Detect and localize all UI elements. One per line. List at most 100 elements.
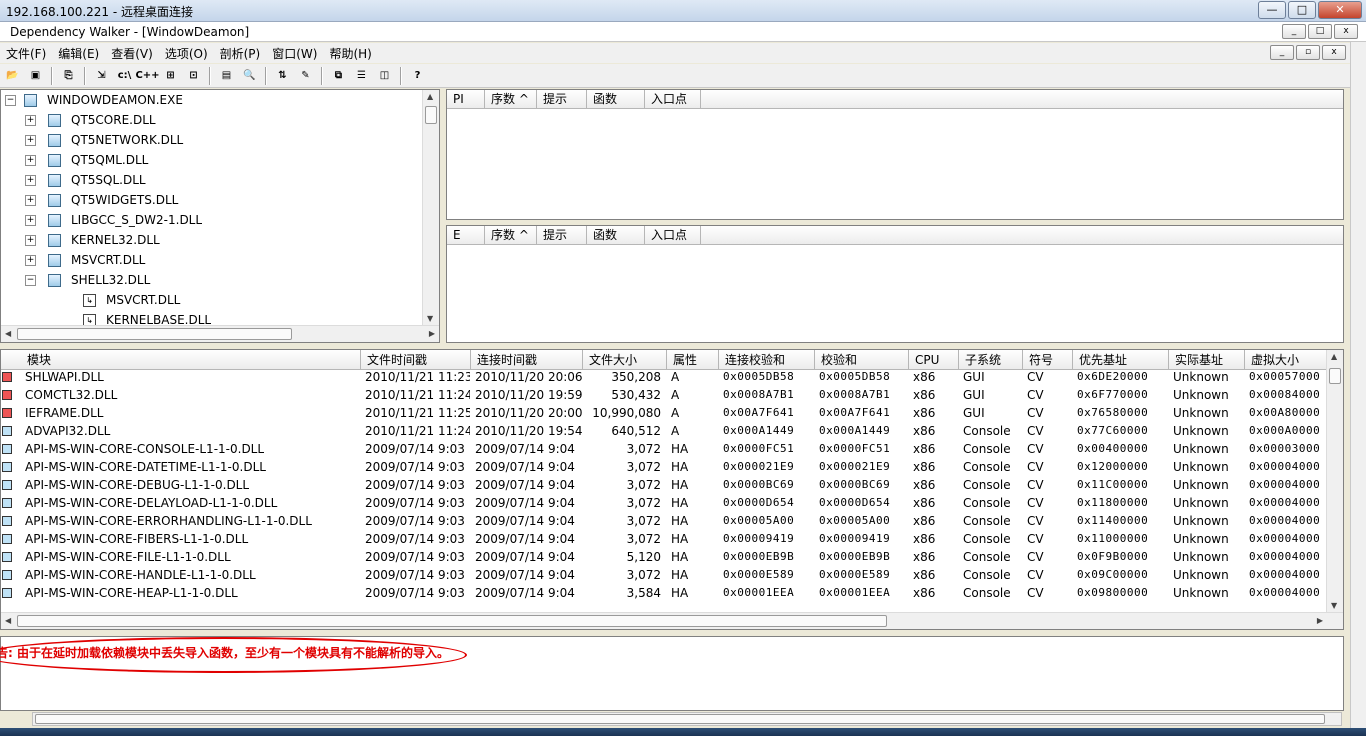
menu-profile[interactable]: 剖析(P) [214, 45, 267, 62]
scroll-thumb[interactable] [35, 714, 1325, 724]
expand-icon[interactable]: + [25, 154, 36, 166]
table-row[interactable]: API-MS-WIN-CORE-HEAP-L1-1-0.DLL 2009/07/1… [1, 584, 1337, 602]
table-row[interactable]: API-MS-WIN-CORE-DELAYLOAD-L1-1-0.DLL 2009… [1, 494, 1337, 512]
column-header-subsystem[interactable]: 子系统 [959, 350, 1023, 370]
tree-item[interactable]: + LIBGCC_S_DW2-1.DLL [25, 210, 202, 230]
column-header-link-checksum[interactable]: 连接校验和 [719, 350, 815, 370]
rdp-minimize-button[interactable]: — [1258, 1, 1286, 19]
column-header-ordinal[interactable]: 序数 ^ [485, 226, 537, 244]
module-dependency-tree[interactable]: − WINDOWDEAMON.EXE + QT5CORE.DLL + QT5NE… [0, 89, 440, 343]
tree-item[interactable]: + QT5QML.DLL [25, 150, 148, 170]
save-icon[interactable]: ▣ [25, 66, 46, 86]
table-row[interactable]: API-MS-WIN-CORE-FIBERS-L1-1-0.DLL 2009/07… [1, 530, 1337, 548]
menu-window[interactable]: 窗口(W) [266, 45, 323, 62]
column-header-e[interactable]: E [447, 226, 485, 244]
column-header-actual-base[interactable]: 实际基址 [1169, 350, 1245, 370]
scroll-thumb[interactable] [17, 328, 292, 340]
rdp-close-button[interactable]: ✕ [1318, 1, 1362, 19]
cascade-icon[interactable]: ⧉ [328, 66, 349, 86]
mdi-close-button[interactable]: x [1322, 45, 1346, 60]
collapse-icon[interactable]: − [25, 274, 36, 286]
full-paths-button[interactable]: c:\ [114, 66, 135, 86]
column-header-attributes[interactable]: 属性 [667, 350, 719, 370]
expand-icon[interactable]: + [25, 234, 36, 246]
column-header-function[interactable]: 函数 [587, 226, 645, 244]
table-row[interactable]: API-MS-WIN-CORE-FILE-L1-1-0.DLL 2009/07/1… [1, 548, 1337, 566]
expand-icon[interactable]: + [25, 194, 36, 206]
column-header-file-timestamp[interactable]: 文件时间戳 [361, 350, 471, 370]
column-header-virtual-size[interactable]: 虚拟大小 [1245, 350, 1337, 370]
tree-item[interactable]: + QT5SQL.DLL [25, 170, 146, 190]
help-button[interactable]: ? [407, 66, 428, 86]
tree-item[interactable]: − SHELL32.DLL [25, 270, 150, 290]
sort-icon[interactable]: ⇅ [272, 66, 293, 86]
tree-item[interactable]: + MSVCRT.DLL [25, 250, 145, 270]
table-row[interactable]: API-MS-WIN-CORE-ERRORHANDLING-L1-1-0.DLL… [1, 512, 1337, 530]
expand-icon[interactable]: + [25, 134, 36, 146]
column-header-preferred-base[interactable]: 优先基址 [1073, 350, 1169, 370]
menu-options[interactable]: 选项(O) [159, 45, 214, 62]
menu-view[interactable]: 查看(V) [105, 45, 159, 62]
tree-vertical-scrollbar[interactable]: ▲ ▼ [422, 90, 439, 325]
app-close-button[interactable]: x [1334, 24, 1358, 39]
tree-item[interactable]: + QT5WIDGETS.DLL [25, 190, 178, 210]
expand-icon[interactable]: + [25, 214, 36, 226]
expand-icon[interactable]: + [25, 174, 36, 186]
external-viewer-icon[interactable]: ✎ [295, 66, 316, 86]
mdi-minimize-button[interactable]: _ [1270, 45, 1294, 60]
column-header-hint[interactable]: 提示 [537, 90, 587, 108]
undecorate-cpp-button[interactable]: C++ [135, 66, 159, 86]
table-row[interactable]: API-MS-WIN-CORE-CONSOLE-L1-1-0.DLL 2009/0… [1, 440, 1337, 458]
collapse-icon[interactable]: − [5, 94, 16, 106]
column-header-checksum[interactable]: 校验和 [815, 350, 909, 370]
column-header-module[interactable]: 模块 [1, 350, 361, 370]
view-module-icon[interactable]: ⊡ [183, 66, 204, 86]
rdp-maximize-button[interactable]: □ [1288, 1, 1316, 19]
app-minimize-button[interactable]: _ [1282, 24, 1306, 39]
scroll-thumb[interactable] [17, 615, 887, 627]
column-header-link-timestamp[interactable]: 连接时间戳 [471, 350, 583, 370]
expand-icon[interactable]: + [25, 254, 36, 266]
expand-all-icon[interactable]: ⇲ [91, 66, 112, 86]
table-row[interactable]: API-MS-WIN-CORE-DEBUG-L1-1-0.DLL 2009/07/… [1, 476, 1337, 494]
log-pane[interactable]: 告: 由于在延时加载依赖模块中丢失导入函数，至少有一个模块具有不能解析的导入。 [0, 636, 1344, 711]
expand-icon[interactable]: + [25, 114, 36, 126]
tree-horizontal-scrollbar[interactable]: ◀ ▶ [1, 325, 439, 342]
column-header-file-size[interactable]: 文件大小 [583, 350, 667, 370]
import-functions-pane[interactable]: PI 序数 ^ 提示 函数 入口点 [446, 89, 1344, 220]
column-header-pi[interactable]: PI [447, 90, 485, 108]
tile-vertical-icon[interactable]: ◫ [374, 66, 395, 86]
menu-help[interactable]: 帮助(H) [323, 45, 377, 62]
table-row[interactable]: API-MS-WIN-CORE-DATETIME-L1-1-0.DLL 2009/… [1, 458, 1337, 476]
open-icon[interactable]: 📂 [2, 66, 23, 86]
module-vertical-scrollbar[interactable]: ▲ ▼ [1326, 350, 1343, 612]
scroll-thumb[interactable] [1329, 368, 1341, 384]
table-row[interactable]: API-MS-WIN-CORE-HANDLE-L1-1-0.DLL 2009/07… [1, 566, 1337, 584]
table-row[interactable]: COMCTL32.DLL 2010/11/21 11:24 2010/11/20 1… [1, 386, 1337, 404]
properties-icon[interactable]: ▤ [216, 66, 237, 86]
column-header-entry-point[interactable]: 入口点 [645, 226, 701, 244]
tree-child-item[interactable]: ↳ MSVCRT.DLL [83, 290, 180, 310]
tile-horizontal-icon[interactable]: ☰ [351, 66, 372, 86]
tree-item[interactable]: + QT5CORE.DLL [25, 110, 156, 130]
column-header-symbols[interactable]: 符号 [1023, 350, 1073, 370]
find-icon[interactable]: 🔍 [239, 66, 260, 86]
column-header-ordinal[interactable]: 序数 ^ [485, 90, 537, 108]
column-header-hint[interactable]: 提示 [537, 226, 587, 244]
mdi-restore-button[interactable]: ▫ [1296, 45, 1320, 60]
table-row[interactable]: IEFRAME.DLL 2010/11/21 11:25 2010/11/20 20… [1, 404, 1337, 422]
tree-item[interactable]: + KERNEL32.DLL [25, 230, 160, 250]
scroll-thumb[interactable] [425, 106, 437, 124]
auto-expand-icon[interactable]: ⊞ [160, 66, 181, 86]
tree-item[interactable]: + QT5NETWORK.DLL [25, 130, 183, 150]
module-horizontal-scrollbar[interactable]: ◀ ▶ [1, 612, 1343, 629]
column-header-cpu[interactable]: CPU [909, 350, 959, 370]
app-maximize-button[interactable]: □ [1308, 24, 1332, 39]
menu-edit[interactable]: 编辑(E) [52, 45, 105, 62]
menu-file[interactable]: 文件(F) [0, 45, 52, 62]
log-horizontal-scrollbar[interactable] [32, 712, 1342, 726]
tree-root[interactable]: − WINDOWDEAMON.EXE [5, 90, 183, 110]
table-row[interactable]: SHLWAPI.DLL 2010/11/21 11:23 2010/11/20 20… [1, 368, 1337, 386]
table-row[interactable]: ADVAPI32.DLL 2010/11/21 11:24 2010/11/20 1… [1, 422, 1337, 440]
export-functions-pane[interactable]: E 序数 ^ 提示 函数 入口点 [446, 225, 1344, 343]
